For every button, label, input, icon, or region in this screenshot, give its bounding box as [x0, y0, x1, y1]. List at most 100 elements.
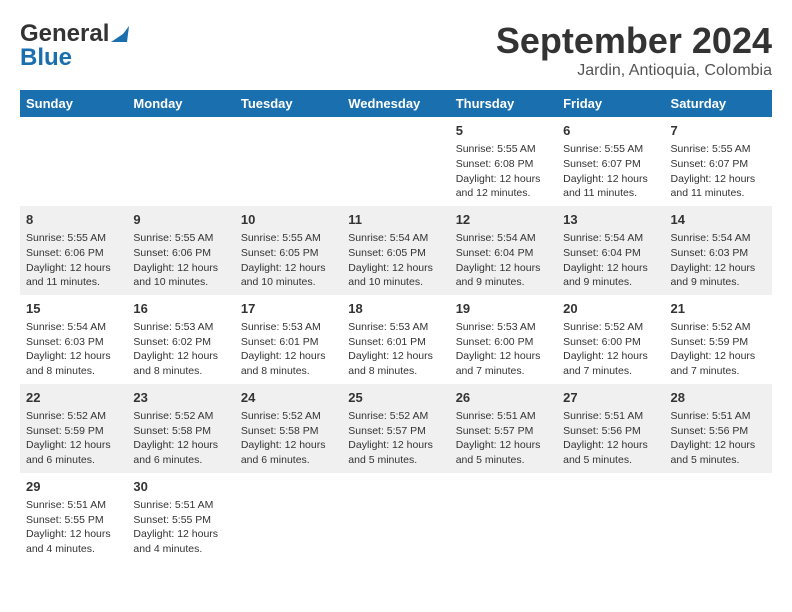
sunrise-text: Sunrise: 5:52 AM — [241, 410, 321, 422]
calendar-cell: 14 Sunrise: 5:54 AM Sunset: 6:03 PM Dayl… — [665, 206, 772, 295]
daylight-text: Daylight: 12 hours — [133, 528, 218, 540]
daylight-text: Daylight: 12 hours — [26, 439, 111, 451]
sunset-text: Sunset: 6:05 PM — [241, 247, 319, 259]
calendar-week-row: 22 Sunrise: 5:52 AM Sunset: 5:59 PM Dayl… — [20, 384, 772, 473]
calendar-cell — [127, 117, 234, 206]
calendar-cell — [342, 117, 449, 206]
sunset-text: Sunset: 6:00 PM — [563, 336, 641, 348]
sunset-text: Sunset: 5:57 PM — [348, 425, 426, 437]
sunrise-text: Sunrise: 5:55 AM — [456, 143, 536, 155]
daylight-text: Daylight: 12 hours — [133, 350, 218, 362]
calendar-cell: 23 Sunrise: 5:52 AM Sunset: 5:58 PM Dayl… — [127, 384, 234, 473]
sunrise-text: Sunrise: 5:54 AM — [26, 321, 106, 333]
daylight-minutes: and 9 minutes. — [671, 276, 740, 288]
daylight-text: Daylight: 12 hours — [348, 350, 433, 362]
sunrise-text: Sunrise: 5:55 AM — [133, 232, 213, 244]
col-monday: Monday — [127, 90, 234, 117]
sunset-text: Sunset: 5:56 PM — [563, 425, 641, 437]
sunset-text: Sunset: 6:06 PM — [133, 247, 211, 259]
day-number: 30 — [133, 478, 228, 496]
sunset-text: Sunset: 6:01 PM — [241, 336, 319, 348]
daylight-minutes: and 8 minutes. — [241, 365, 310, 377]
calendar-cell — [450, 473, 557, 562]
daylight-text: Daylight: 12 hours — [671, 262, 756, 274]
day-number: 9 — [133, 211, 228, 229]
daylight-minutes: and 11 minutes. — [671, 187, 745, 199]
calendar-cell: 11 Sunrise: 5:54 AM Sunset: 6:05 PM Dayl… — [342, 206, 449, 295]
col-saturday: Saturday — [665, 90, 772, 117]
sunrise-text: Sunrise: 5:51 AM — [133, 499, 213, 511]
calendar-week-row: 15 Sunrise: 5:54 AM Sunset: 6:03 PM Dayl… — [20, 295, 772, 384]
daylight-text: Daylight: 12 hours — [241, 262, 326, 274]
daylight-text: Daylight: 12 hours — [671, 350, 756, 362]
sunrise-text: Sunrise: 5:54 AM — [563, 232, 643, 244]
daylight-text: Daylight: 12 hours — [241, 350, 326, 362]
daylight-text: Daylight: 12 hours — [348, 262, 433, 274]
location: Jardin, Antioquia, Colombia — [496, 62, 772, 80]
day-number: 26 — [456, 389, 551, 407]
sunrise-text: Sunrise: 5:52 AM — [348, 410, 428, 422]
calendar-cell: 24 Sunrise: 5:52 AM Sunset: 5:58 PM Dayl… — [235, 384, 342, 473]
daylight-minutes: and 4 minutes. — [133, 543, 202, 555]
daylight-minutes: and 10 minutes. — [348, 276, 423, 288]
col-sunday: Sunday — [20, 90, 127, 117]
sunrise-text: Sunrise: 5:53 AM — [241, 321, 321, 333]
sunset-text: Sunset: 6:06 PM — [26, 247, 104, 259]
daylight-text: Daylight: 12 hours — [563, 350, 648, 362]
daylight-minutes: and 7 minutes. — [456, 365, 525, 377]
day-number: 24 — [241, 389, 336, 407]
day-number: 20 — [563, 300, 658, 318]
sunset-text: Sunset: 5:55 PM — [26, 514, 104, 526]
sunrise-text: Sunrise: 5:55 AM — [671, 143, 751, 155]
sunset-text: Sunset: 6:08 PM — [456, 158, 534, 170]
sunset-text: Sunset: 6:07 PM — [671, 158, 749, 170]
month-title: September 2024 — [496, 20, 772, 62]
calendar-week-row: 29 Sunrise: 5:51 AM Sunset: 5:55 PM Dayl… — [20, 473, 772, 562]
logo: General Blue — [20, 20, 129, 72]
day-number: 5 — [456, 122, 551, 140]
day-number: 15 — [26, 300, 121, 318]
sunrise-text: Sunrise: 5:55 AM — [241, 232, 321, 244]
sunset-text: Sunset: 5:59 PM — [26, 425, 104, 437]
daylight-text: Daylight: 12 hours — [456, 173, 541, 185]
day-number: 13 — [563, 211, 658, 229]
sunrise-text: Sunrise: 5:53 AM — [133, 321, 213, 333]
sunrise-text: Sunrise: 5:55 AM — [26, 232, 106, 244]
calendar-cell — [235, 117, 342, 206]
logo-blue: Blue — [20, 44, 72, 72]
daylight-minutes: and 8 minutes. — [133, 365, 202, 377]
calendar-cell: 25 Sunrise: 5:52 AM Sunset: 5:57 PM Dayl… — [342, 384, 449, 473]
daylight-text: Daylight: 12 hours — [563, 173, 648, 185]
calendar-cell: 19 Sunrise: 5:53 AM Sunset: 6:00 PM Dayl… — [450, 295, 557, 384]
sunrise-text: Sunrise: 5:54 AM — [456, 232, 536, 244]
calendar-cell: 30 Sunrise: 5:51 AM Sunset: 5:55 PM Dayl… — [127, 473, 234, 562]
daylight-text: Daylight: 12 hours — [26, 262, 111, 274]
daylight-minutes: and 5 minutes. — [563, 454, 632, 466]
day-number: 10 — [241, 211, 336, 229]
calendar-cell — [20, 117, 127, 206]
calendar-cell: 8 Sunrise: 5:55 AM Sunset: 6:06 PM Dayli… — [20, 206, 127, 295]
calendar-header-row: Sunday Monday Tuesday Wednesday Thursday… — [20, 90, 772, 117]
sunset-text: Sunset: 5:58 PM — [241, 425, 319, 437]
daylight-minutes: and 6 minutes. — [241, 454, 310, 466]
sunrise-text: Sunrise: 5:55 AM — [563, 143, 643, 155]
col-wednesday: Wednesday — [342, 90, 449, 117]
daylight-minutes: and 11 minutes. — [563, 187, 637, 199]
sunset-text: Sunset: 6:04 PM — [456, 247, 534, 259]
col-friday: Friday — [557, 90, 664, 117]
sunset-text: Sunset: 5:56 PM — [671, 425, 749, 437]
calendar-week-row: 5 Sunrise: 5:55 AM Sunset: 6:08 PM Dayli… — [20, 117, 772, 206]
calendar-cell: 12 Sunrise: 5:54 AM Sunset: 6:04 PM Dayl… — [450, 206, 557, 295]
sunset-text: Sunset: 6:03 PM — [671, 247, 749, 259]
calendar-cell: 18 Sunrise: 5:53 AM Sunset: 6:01 PM Dayl… — [342, 295, 449, 384]
daylight-text: Daylight: 12 hours — [563, 439, 648, 451]
calendar-cell: 21 Sunrise: 5:52 AM Sunset: 5:59 PM Dayl… — [665, 295, 772, 384]
calendar-cell — [665, 473, 772, 562]
calendar-cell: 13 Sunrise: 5:54 AM Sunset: 6:04 PM Dayl… — [557, 206, 664, 295]
calendar-cell: 15 Sunrise: 5:54 AM Sunset: 6:03 PM Dayl… — [20, 295, 127, 384]
calendar-cell: 5 Sunrise: 5:55 AM Sunset: 6:08 PM Dayli… — [450, 117, 557, 206]
title-area: September 2024 Jardin, Antioquia, Colomb… — [496, 20, 772, 80]
calendar-cell: 10 Sunrise: 5:55 AM Sunset: 6:05 PM Dayl… — [235, 206, 342, 295]
daylight-minutes: and 10 minutes. — [241, 276, 316, 288]
daylight-minutes: and 10 minutes. — [133, 276, 208, 288]
